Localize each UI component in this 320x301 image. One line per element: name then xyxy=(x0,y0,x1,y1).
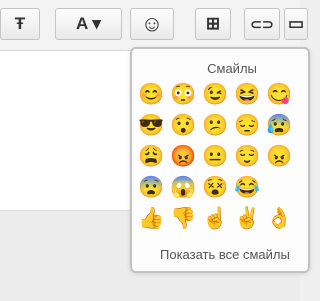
emoji-item[interactable]: 😳 xyxy=(170,83,196,107)
emoji-item[interactable]: 👍 xyxy=(138,207,164,231)
emoji-item[interactable]: 👎 xyxy=(170,207,196,231)
emoji-item[interactable]: 😕 xyxy=(202,114,228,138)
emoji-item[interactable]: ✌ xyxy=(234,207,260,231)
emoji-item[interactable]: 😆 xyxy=(234,83,260,107)
toolbar: Ŧ A ▾ ☺ ⊞ ⊂⊃ ▭ xyxy=(0,0,308,50)
font-color-icon: A ▾ xyxy=(76,14,101,33)
smileys-title: Смайлы xyxy=(207,61,257,76)
emoji-button[interactable]: ☺ xyxy=(130,8,174,40)
emoji-item[interactable]: 😡 xyxy=(170,145,196,169)
emoji-item[interactable]: 👌 xyxy=(266,207,292,231)
smiley-icon: ☺ xyxy=(140,11,164,36)
image-button[interactable]: ▭ xyxy=(284,8,308,40)
emoji-item[interactable]: 😠 xyxy=(266,145,292,169)
emoji-item[interactable]: 😯 xyxy=(170,114,196,138)
emoji-item[interactable]: 😐 xyxy=(202,145,228,169)
font-color-button[interactable]: A ▾ xyxy=(55,8,122,40)
image-icon: ▭ xyxy=(287,14,305,33)
table-icon: ⊞ xyxy=(205,14,221,33)
emoji-item[interactable]: 😉 xyxy=(202,83,228,107)
show-all-smileys-link[interactable]: Показать все смайлы xyxy=(160,247,290,262)
emoji-item[interactable]: 😎 xyxy=(138,114,164,138)
emoji-item[interactable]: 😨 xyxy=(138,176,164,200)
strikethrough-button[interactable]: Ŧ xyxy=(0,8,40,40)
emoji-item[interactable]: 😋 xyxy=(266,83,292,107)
emoji-item[interactable]: 😩 xyxy=(138,145,164,169)
link-icon: ⊂⊃ xyxy=(250,15,274,32)
link-button[interactable]: ⊂⊃ xyxy=(244,8,280,40)
table-button[interactable]: ⊞ xyxy=(195,8,231,40)
emoji-item[interactable]: 😔 xyxy=(234,114,260,138)
emoji-item[interactable]: ☝ xyxy=(202,207,228,231)
smileys-popup: Смайлы 😊 😳 😉 😆 😋 😎 😯 😕 😔 😰 😩 😡 😐 😌 😠 😨 😱 😵 😂 👍 👎 ☝ ✌ 👌 Показать… xyxy=(130,47,310,273)
emoji-item[interactable]: 😊 xyxy=(138,83,164,107)
emoji-item[interactable]: 😵 xyxy=(202,176,228,200)
emoji-item[interactable]: 😌 xyxy=(234,145,260,169)
emoji-item[interactable] xyxy=(266,176,290,200)
strikethrough-icon: Ŧ xyxy=(14,14,26,33)
emoji-item[interactable]: 😂 xyxy=(234,176,260,200)
emoji-item[interactable]: 😰 xyxy=(266,114,292,138)
emoji-item[interactable]: 😱 xyxy=(170,176,196,200)
